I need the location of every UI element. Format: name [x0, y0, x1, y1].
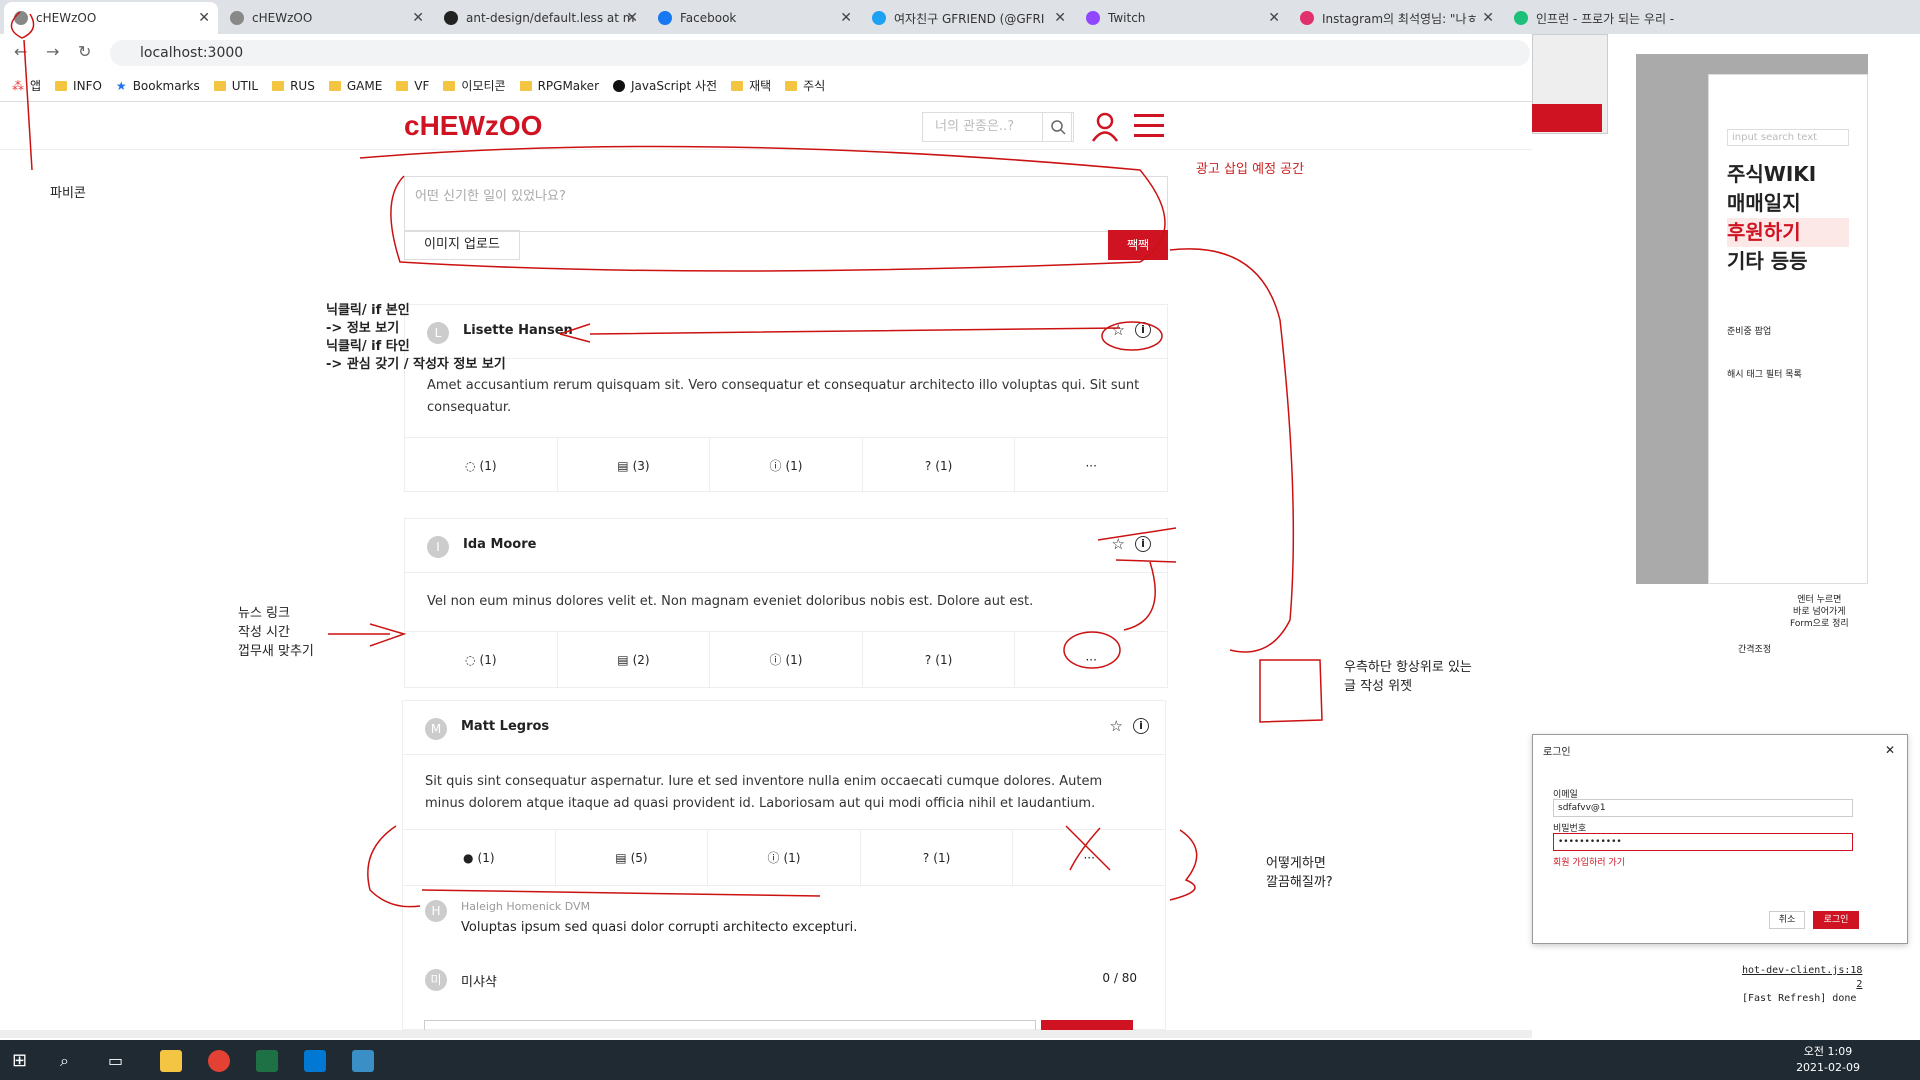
annotation-line: 바로 넘어가게	[1793, 607, 1846, 617]
login-dialog: 로그인 ✕ 이메일 sdfafvv@1 비밀번호 •••••••••••• 회원…	[1532, 734, 1908, 944]
vscode-icon[interactable]	[304, 1050, 326, 1072]
chrome-icon[interactable]	[208, 1050, 230, 1072]
annotation-enter: 엔터 누르면 바로 넘어가게 Form으로 정리	[1790, 594, 1849, 630]
dialog-title: 로그인	[1543, 747, 1571, 758]
annotation-spacing: 간격조정	[1738, 645, 1772, 655]
photos-icon[interactable]	[352, 1050, 374, 1072]
side-menu-item[interactable]: 기타 등등	[1727, 247, 1849, 276]
windows-start-icon[interactable]: ⊞	[12, 1050, 34, 1072]
login-button[interactable]: 로그인	[1813, 911, 1859, 929]
side-menu-sub: 해시 태그 필터 목록	[1727, 370, 1802, 380]
email-field[interactable]: sdfafvv@1	[1553, 799, 1853, 817]
red-marker-overlay	[10, 11, 1323, 908]
page-content: cHEWzOO 너의 관종은..? 광고 삽입 예정 공간 어떤 신기한 일이 …	[0, 11, 1532, 1030]
clock-date: 2021-02-09	[1796, 1061, 1860, 1074]
clock-time: 오전 1:09	[1803, 1045, 1853, 1058]
clock[interactable]: 오전 1:09 2021-02-09	[1796, 1044, 1860, 1076]
console-line: hot-dev-client.js:18	[1742, 965, 1863, 976]
annotation-line: 엔터 누르면	[1797, 595, 1842, 605]
cancel-button[interactable]: 취소	[1769, 911, 1805, 929]
task-view-icon[interactable]: ▭	[108, 1050, 130, 1072]
close-icon[interactable]: ✕	[1885, 743, 1895, 757]
side-menu: input search text 주식WIKI 매매일지 후원하기 기타 등등…	[1708, 74, 1868, 584]
search-icon[interactable]: ⌕	[60, 1050, 82, 1072]
annotation-line: Form으로 정리	[1790, 619, 1849, 629]
signup-link[interactable]: 회원 가입하러 가기	[1553, 855, 1625, 868]
tab-title: 인프런 - 프로가 되는 우리 -	[1536, 11, 1675, 26]
side-menu-item[interactable]: 후원하기	[1727, 218, 1849, 247]
console-output: hot-dev-client.js:18 2 [Fast Refresh] do…	[1742, 964, 1862, 1006]
console-line: 2	[1856, 979, 1863, 990]
excel-icon[interactable]	[256, 1050, 278, 1072]
horizontal-scrollbar[interactable]	[0, 1030, 1532, 1038]
red-bar	[1532, 104, 1602, 132]
side-menu-sub: 준비중 팝업	[1727, 327, 1772, 337]
file-explorer-icon[interactable]	[160, 1050, 182, 1072]
side-menu-item[interactable]: 주식WIKI	[1727, 160, 1849, 189]
password-field[interactable]: ••••••••••••	[1553, 833, 1853, 851]
side-menu-search[interactable]: input search text	[1727, 129, 1849, 146]
tab-7[interactable]: 인프런 - 프로가 되는 우리 -	[1504, 2, 1704, 34]
right-panel: input search text 주식WIKI 매매일지 후원하기 기타 등등…	[1532, 34, 1920, 1040]
windows-taskbar: ⊞ ⌕ ▭ 오전 1:09 2021-02-09	[0, 1040, 1920, 1080]
side-menu-item[interactable]: 매매일지	[1727, 189, 1849, 218]
console-line: [Fast Refresh] done	[1742, 993, 1857, 1004]
